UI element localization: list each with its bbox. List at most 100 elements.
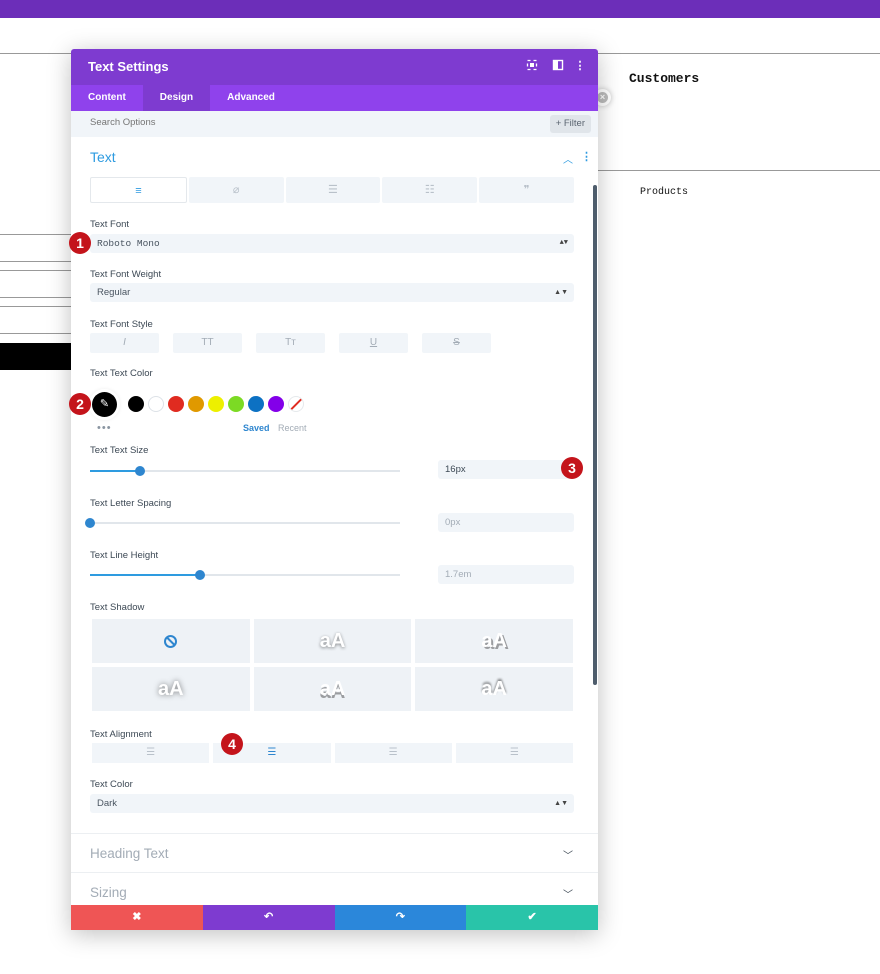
text-font-weight-value: Regular [97, 287, 131, 298]
split-view-icon[interactable] [551, 59, 565, 73]
slider-fill [90, 574, 201, 576]
select-arrows-icon: ▲▼ [554, 289, 568, 296]
text-font-weight-select[interactable]: Regular ▲▼ [90, 283, 574, 302]
cancel-button[interactable]: ✖ [71, 905, 203, 930]
swatch-black[interactable] [128, 396, 144, 412]
letter-spacing-slider[interactable] [85, 518, 400, 528]
undo-button[interactable]: ↶ [202, 905, 335, 930]
divider [0, 270, 72, 271]
select-arrows-icon: ▲▼ [554, 800, 568, 807]
swatch-green[interactable] [228, 396, 244, 412]
text-font-style-label: Text Font Style [90, 319, 153, 330]
swatch-orange[interactable] [188, 396, 204, 412]
redo-button[interactable]: ↷ [334, 905, 467, 930]
tab-content[interactable]: Content [71, 85, 143, 111]
text-size-input[interactable] [438, 460, 574, 479]
filter-button[interactable]: + Filter [549, 115, 591, 133]
letter-spacing-input[interactable] [438, 513, 574, 532]
line-height-slider[interactable] [90, 570, 400, 580]
shadow-option-3[interactable]: aA [92, 667, 250, 711]
shadow-option-5[interactable]: aA [415, 667, 573, 711]
text-color-label: Text Text Color [90, 368, 153, 379]
saved-colors-tab[interactable]: Saved [243, 423, 270, 433]
site-top-bar [0, 0, 880, 18]
settings-body: Text ︿ ⋮ ≡ ⌀ ☰ ☷ ❞ Text Font Roboto Mono… [71, 137, 598, 905]
text-font-label: Text Font [90, 219, 130, 230]
ordered-list-icon[interactable]: ☷ [382, 177, 478, 203]
tab-advanced[interactable]: Advanced [210, 85, 292, 111]
step-marker-3: 3 [561, 457, 583, 479]
text-subtabs: ≡ ⌀ ☰ ☷ ❞ [90, 177, 574, 203]
section-title-text[interactable]: Text [90, 149, 116, 165]
text-color-label: Text Color [90, 779, 133, 790]
no-color-icon[interactable] [288, 396, 304, 412]
link-icon[interactable]: ⌀ [188, 177, 284, 203]
step-marker-4: 4 [221, 733, 243, 755]
quote-icon[interactable]: ❞ [479, 177, 574, 203]
underline-button[interactable]: U [339, 333, 408, 353]
section-title-heading-text[interactable]: Heading Text [90, 846, 169, 861]
swatch-blue[interactable] [248, 396, 264, 412]
customers-heading: Customers [629, 71, 700, 86]
more-vertical-icon[interactable]: ⋮ [573, 59, 587, 73]
text-color-value: Dark [97, 798, 118, 809]
unordered-list-icon[interactable]: ☰ [285, 177, 381, 203]
shadow-option-2[interactable]: aA [415, 619, 573, 663]
align-left-button[interactable]: ☰ [92, 743, 210, 763]
strikethrough-button[interactable]: S [422, 333, 491, 353]
swatch-red[interactable] [168, 396, 184, 412]
text-color-select[interactable]: Dark ▲▼ [90, 794, 574, 813]
shadow-option-4[interactable]: aA [253, 667, 412, 711]
divider [0, 234, 72, 235]
chevron-down-icon[interactable]: ﹀ [563, 886, 573, 901]
swatch-yellow[interactable] [208, 396, 224, 412]
modal-title: Text Settings [88, 59, 169, 74]
more-colors-icon[interactable]: ••• [97, 422, 112, 434]
chevron-down-icon[interactable]: ﹀ [563, 847, 573, 862]
capitalize-button[interactable]: Tт [256, 333, 325, 353]
text-font-select[interactable]: Roboto Mono ▲▼ [90, 234, 574, 253]
modal-header: Text Settings ⋮ [71, 49, 598, 85]
close-icon: × [597, 92, 608, 103]
text-font-value: Roboto Mono [97, 238, 160, 249]
text-size-slider[interactable] [90, 466, 400, 476]
focus-icon[interactable] [525, 59, 539, 73]
divider [0, 306, 72, 307]
products-text: Products [640, 187, 689, 198]
line-height-input[interactable] [438, 565, 574, 584]
text-shadow-label: Text Shadow [90, 602, 145, 613]
text-alignment-label: Text Alignment [90, 729, 152, 740]
shadow-none-option[interactable] [92, 619, 250, 663]
align-justify-button[interactable]: ☰ [455, 743, 573, 763]
shadow-option-1[interactable]: aA [253, 619, 412, 663]
black-block [0, 343, 72, 370]
divider [0, 333, 72, 334]
chevron-up-icon[interactable]: ︿ [563, 151, 573, 166]
text-size-label: Text Text Size [90, 445, 149, 456]
slider-fill [90, 470, 140, 472]
align-left-icon[interactable]: ≡ [90, 177, 187, 203]
save-button[interactable]: ✔ [466, 905, 598, 930]
text-alignment-options: ☰ ☰ ☰ ☰ [92, 743, 573, 763]
search-bar: + Filter [71, 111, 598, 137]
modal-scrollbar[interactable] [593, 185, 597, 685]
uppercase-button[interactable]: TT [173, 333, 242, 353]
swatch-purple[interactable] [268, 396, 284, 412]
slider-knob[interactable] [85, 518, 95, 528]
section-title-sizing[interactable]: Sizing [90, 885, 127, 900]
tab-design[interactable]: Design [142, 85, 211, 111]
search-input[interactable] [90, 117, 390, 128]
align-right-button[interactable]: ☰ [334, 743, 452, 763]
slider-knob[interactable] [134, 466, 145, 476]
text-shadow-options: aA aA aA aA aA [92, 619, 573, 711]
section-more-icon[interactable]: ⋮ [581, 150, 592, 163]
text-settings-modal: Text Settings ⋮ Content Design Advanced … [71, 49, 598, 930]
italic-button[interactable]: I [90, 333, 159, 353]
divider [0, 261, 72, 262]
line-height-label: Text Line Height [90, 550, 159, 561]
eyedropper-icon[interactable]: ✎ [92, 392, 117, 417]
recent-colors-tab[interactable]: Recent [278, 423, 307, 433]
slider-knob[interactable] [195, 570, 206, 580]
modal-footer: ✖ ↶ ↷ ✔ [71, 905, 598, 930]
swatch-white[interactable] [148, 396, 164, 412]
